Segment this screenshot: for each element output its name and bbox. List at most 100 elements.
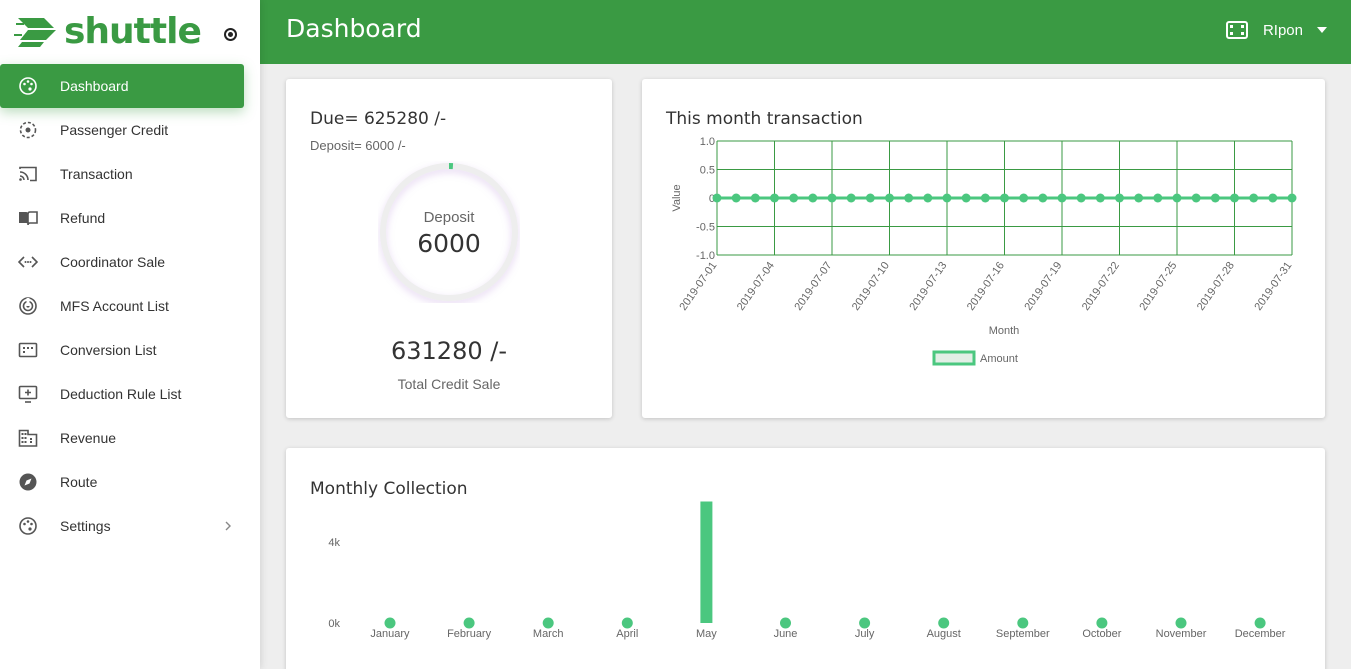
bar — [621, 617, 633, 629]
x-tick-label: 2019-07-19 — [1022, 260, 1064, 313]
target-icon — [18, 120, 38, 140]
cast-icon — [18, 164, 38, 184]
sidebar-nav: Dashboard Passenger Credit Transaction Refu… — [0, 64, 260, 548]
y-tick-label: -1.0 — [696, 250, 715, 262]
x-tick-label: March — [533, 628, 564, 640]
x-tick-label: 2019-07-25 — [1137, 260, 1179, 313]
bar — [1254, 617, 1266, 629]
sidebar-item-label: Transaction — [60, 166, 133, 182]
data-point — [750, 193, 760, 203]
app-logo[interactable]: shuttle — [0, 0, 260, 64]
x-tick-label: September — [996, 628, 1050, 640]
app-name: shuttle — [64, 11, 202, 52]
data-point — [1287, 193, 1297, 203]
total-credit-sale-label: Total Credit Sale — [397, 376, 501, 392]
data-point — [923, 193, 933, 203]
bar — [1175, 617, 1187, 629]
x-tick-label: 2019-07-13 — [907, 260, 949, 313]
bar — [700, 501, 713, 623]
data-point — [1172, 193, 1182, 203]
x-tick-label: April — [616, 628, 638, 640]
data-point — [1095, 193, 1105, 203]
user-name: RIpon — [1262, 21, 1303, 39]
data-point — [885, 193, 894, 203]
data-point — [865, 193, 875, 203]
ring-value: 6000 — [417, 229, 481, 258]
sidebar: shuttle Dashboard Passenger Credit Transac… — [0, 0, 260, 669]
deposit-subtitle: Deposit= 6000 /- — [310, 138, 406, 153]
data-point — [712, 193, 722, 203]
data-point — [1249, 193, 1259, 203]
data-point — [961, 193, 971, 203]
dropdown-caret-icon[interactable] — [1317, 27, 1327, 33]
data-point — [846, 193, 856, 203]
x-tick-label: November — [1156, 628, 1207, 640]
data-point — [1230, 193, 1239, 203]
data-point — [1153, 193, 1163, 203]
bar — [463, 617, 475, 629]
data-point — [731, 193, 741, 203]
data-point — [1134, 193, 1144, 203]
palette-icon — [18, 76, 38, 96]
data-point — [789, 193, 799, 203]
x-tick-label: May — [696, 628, 717, 640]
sidebar-item-label: Conversion List — [60, 342, 157, 358]
book-icon — [18, 208, 38, 228]
bar — [542, 617, 554, 629]
x-tick-label: 2019-07-10 — [850, 260, 892, 313]
x-tick-label: July — [855, 628, 875, 640]
ring-label: Deposit — [423, 209, 475, 226]
legend-swatch — [932, 350, 976, 366]
monthly-collection-card: Monthly Collection 0k 4k January February Ma… — [286, 448, 1325, 669]
x-tick-label: January — [370, 628, 410, 640]
sidebar-item-label: Settings — [60, 518, 111, 534]
sidebar-item-label: Refund — [60, 210, 106, 226]
add-screen-icon — [18, 384, 38, 404]
sidebar-item-transaction[interactable]: Transaction — [0, 152, 260, 196]
data-point — [808, 193, 818, 203]
sidebar-toggle-icon[interactable] — [224, 28, 237, 41]
sidebar-item-passenger-credit[interactable]: Passenger Credit — [0, 108, 260, 152]
sidebar-item-settings[interactable]: Settings — [0, 504, 260, 548]
user-menu[interactable]: RIpon — [1225, 20, 1327, 40]
sidebar-item-label: Route — [60, 474, 98, 490]
x-tick-label: 2019-07-07 — [792, 260, 834, 313]
sidebar-item-label: Dashboard — [60, 78, 129, 94]
data-point — [1038, 193, 1048, 203]
y-tick-label: 0.5 — [700, 165, 715, 177]
x-tick-label: 2019-07-31 — [1252, 260, 1294, 313]
bar — [1096, 617, 1108, 629]
bar — [859, 617, 871, 629]
sidebar-item-deduction-rule-list[interactable]: Deduction Rule List — [0, 372, 260, 416]
sidebar-item-label: MFS Account List — [60, 298, 169, 314]
y-tick-label: 0k — [328, 618, 340, 630]
x-tick-label: 2019-07-28 — [1195, 260, 1237, 313]
sidebar-item-route[interactable]: Route — [0, 460, 260, 504]
page-title: Dashboard — [286, 14, 422, 43]
x-tick-label: June — [774, 628, 798, 640]
data-point — [1019, 193, 1029, 203]
data-point — [1115, 193, 1124, 203]
shuttle-logo-icon — [14, 15, 60, 49]
x-axis-label: Month — [989, 325, 1020, 337]
transaction-line-chart: 1.00.50-0.5-1.02019-07-01 2019-07-04 2019-… — [671, 136, 1297, 366]
data-point — [1191, 193, 1201, 203]
sidebar-item-refund[interactable]: Refund — [0, 196, 260, 240]
sidebar-item-mfs-account-list[interactable]: MFS Account List — [0, 284, 260, 328]
sidebar-item-coordinator-sale[interactable]: Coordinator Sale — [0, 240, 260, 284]
sidebar-item-label: Coordinator Sale — [60, 254, 166, 270]
data-point — [827, 193, 837, 203]
sidebar-item-label: Deduction Rule List — [60, 386, 182, 402]
y-tick-label: 4k — [328, 537, 340, 549]
data-point — [1076, 193, 1086, 203]
monthly-bar-chart: 0k 4k January February March April May June July… — [328, 501, 1286, 640]
x-tick-label: August — [927, 628, 961, 640]
y-axis-label: Value — [671, 184, 683, 211]
x-tick-label: December — [1235, 628, 1286, 640]
data-point — [1057, 193, 1067, 203]
sidebar-item-dashboard[interactable]: Dashboard — [0, 64, 244, 108]
sidebar-item-conversion-list[interactable]: Conversion List — [0, 328, 260, 372]
transaction-chart-card: This month transaction 1.0 0.5 0 -0.5 -1.0 20… — [642, 79, 1325, 418]
sidebar-item-revenue[interactable]: Revenue — [0, 416, 260, 460]
chevron-right-icon — [224, 519, 232, 535]
